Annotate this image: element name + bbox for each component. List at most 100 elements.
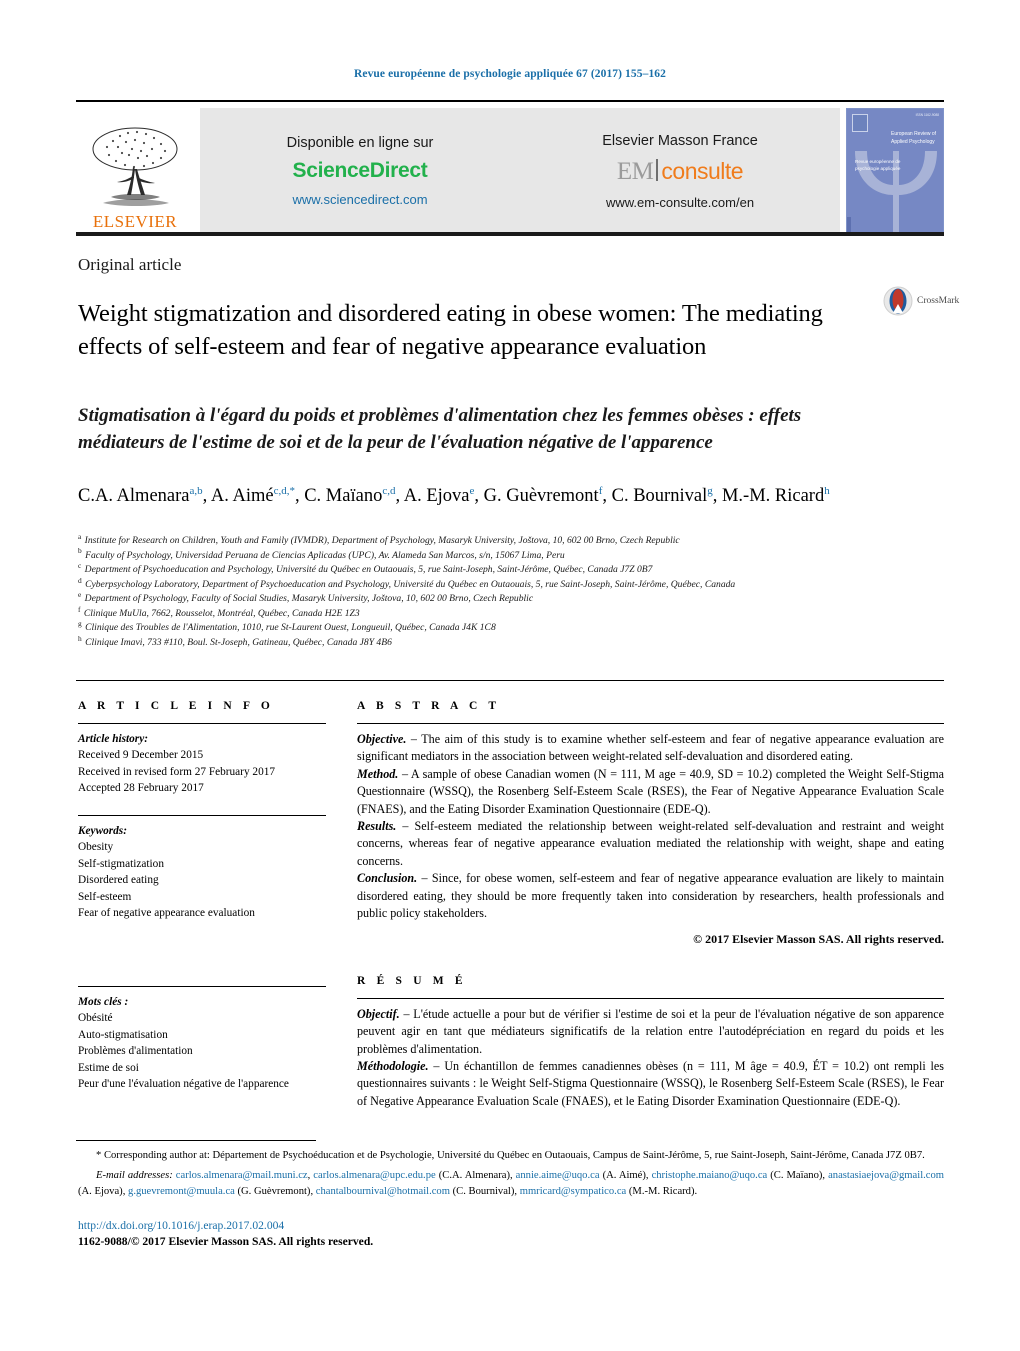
paragraph-runin-label: Méthodologie. [357, 1058, 429, 1073]
cover-elsevier-mark [852, 114, 868, 132]
email-link[interactable]: carlos.almenara@upc.edu.pe [313, 1170, 435, 1181]
paragraph-runin-label: Objective. [357, 732, 407, 746]
email-owner: (G. Guèvremont) [234, 1185, 311, 1197]
elsevier-wordmark: ELSEVIER [92, 212, 178, 231]
affiliation-item: e Department of Psychology, Faculty of S… [78, 590, 534, 605]
email-addresses-line: E-mail addresses: carlos.almenara@mail.m… [78, 1169, 945, 1197]
abstract-paragraph: Objective. – The aim of this study is to… [357, 732, 944, 764]
email-link[interactable]: christophe.maiano@uqo.ca [652, 1170, 768, 1181]
sciencedirect-panel[interactable]: Disponible en ligne sur ScienceDirect ww… [200, 108, 520, 234]
abstract-body: Objective. – The aim of this study is to… [357, 731, 944, 922]
paragraph-runin-label: Objectif. [357, 1006, 400, 1021]
author-name: A. Ejova [403, 486, 470, 506]
email-link[interactable]: g.guevremont@muula.ca [128, 1186, 235, 1197]
keywords-label: Keywords: [78, 824, 127, 837]
author-affiliation-mark: a,b [189, 484, 203, 497]
author-name: C. Bournival [611, 486, 708, 506]
elsevier-tree-icon [92, 127, 178, 206]
resume-paragraph: Objectif. – L'étude actuelle a pour but … [357, 1006, 944, 1056]
email-link[interactable]: carlos.almenara@mail.muni.cz [176, 1170, 308, 1181]
article-history-items: Received 9 December 2015 Received in revi… [78, 747, 326, 796]
motscle-item: Peur d'une l'évaluation négative de l'ap… [78, 1078, 289, 1091]
abstract-column: A B S T R A C T Objective. – The aim of … [357, 700, 944, 1110]
abstract-heading: A B S T R A C T [357, 700, 501, 712]
motscle-item: Auto-stigmatisation [78, 1028, 168, 1041]
author-name: M.-M. Ricard [721, 486, 825, 506]
email-owner: (C. Bournival) [449, 1185, 515, 1197]
article-type: Original article [78, 255, 182, 274]
author-name: C. Maïano [304, 486, 383, 506]
affiliation-item: g Clinique des Troubles de l'Alimentatio… [78, 619, 496, 634]
paper-page: Revue européenne de psychologie appliqué… [0, 0, 1020, 1351]
footnote-rule [76, 1140, 316, 1141]
resume-body: Objectif. – L'étude actuelle a pour but … [357, 1006, 944, 1110]
keyword-item: Self-esteem [78, 890, 132, 903]
motscle-item: Obésité [78, 1012, 113, 1025]
email-link[interactable]: annie.aime@uqo.ca [516, 1170, 600, 1181]
abstract-divider [357, 723, 944, 724]
abstract-copyright: © 2017 Elsevier Masson SAS. All rights r… [693, 932, 944, 947]
keywords-block: Keywords: Obesity Self-stigmatization Diso… [78, 823, 326, 922]
emconsulte-lead: Elsevier Masson France [602, 132, 758, 149]
cover-issn: ISSN 1162-9088 [915, 113, 939, 117]
motscle-item: Estime de soi [78, 1061, 139, 1074]
email-owner: (C.A. Almenara) [435, 1169, 510, 1181]
keyword-item: Fear of negative appearance evaluation [78, 907, 255, 920]
doi-link[interactable]: http://dx.doi.org/10.1016/j.erap.2017.02… [78, 1219, 284, 1232]
crossmark-label: CrossMark [917, 296, 960, 306]
consulte-wordmark: consulte [661, 157, 744, 184]
abstract-paragraph: Method. – A sample of obese Canadian wom… [357, 766, 944, 816]
article-history-item: Received in revised form 27 February 201… [78, 765, 276, 778]
footnotes-block: * Corresponding author at: Département d… [78, 1148, 944, 1200]
email-link[interactable]: chantalbournival@hotmail.com [316, 1186, 450, 1197]
resume-paragraph: Méthodologie. – Un échantillon de femmes… [357, 1058, 944, 1108]
crossmark-badge[interactable]: CrossMark [883, 286, 959, 316]
keywords-divider [78, 814, 326, 816]
author-affiliation-mark: e [469, 484, 475, 497]
affiliation-item: h Clinique Imavi, 733 #110, Boul. St-Jos… [78, 633, 392, 649]
emconsulte-panel[interactable]: Elsevier Masson France EM consulte www.e… [520, 108, 840, 234]
sciencedirect-url[interactable]: www.sciencedirect.com [292, 192, 427, 207]
article-history-item: Accepted 28 February 2017 [78, 782, 204, 795]
affiliation-item: f Clinique MuUla, 7662, Rousselot, Montr… [78, 604, 360, 619]
cover-title-en: European Review of Applied Psychology [891, 131, 937, 145]
journal-cover-thumbnail: ISSN 1162-9088 European Review of Applie… [846, 108, 944, 234]
keywords-items: Obesity Self-stigmatization Disordered eat… [78, 839, 326, 921]
paragraph-runin-label: Method. [357, 766, 399, 781]
resume-divider [357, 997, 944, 999]
em-wordmark: EM [616, 157, 654, 185]
motscles-label: Mots clés : [78, 995, 129, 1008]
article-info-heading: A R T I C L E I N F O [78, 700, 274, 712]
page-title: Weight stigmatization and disordered eat… [78, 300, 823, 360]
masthead-banner: Disponible en ligne sur ScienceDirect ww… [200, 108, 840, 234]
article-history-block: Article history: Received 9 December 201… [78, 731, 326, 797]
keyword-item: Obesity [78, 841, 114, 854]
emconsulte-url[interactable]: www.em-consulte.com/en [606, 195, 754, 210]
em-divider [656, 158, 659, 181]
motscle-item: Problèmes d'alimentation [78, 1045, 193, 1058]
journal-masthead: ELSEVIER Disponible en ligne sur Science… [76, 100, 944, 234]
article-history-item: Received 9 December 2015 [78, 749, 204, 762]
article-history-label: Article history: [78, 733, 148, 745]
email-addresses-label: E-mail addresses: [96, 1169, 176, 1181]
resume-section: R É S U M É Objectif. – L'étude actuelle… [357, 975, 944, 1110]
email-link[interactable]: anastasiaejova@gmail.com [828, 1170, 944, 1181]
elsevier-logo: ELSEVIER [76, 108, 194, 234]
abstract-paragraph: Results. – Self-esteem mediated the rela… [357, 819, 944, 868]
author-affiliation-mark: g [707, 484, 713, 497]
emconsulte-logo: EM consulte [616, 157, 744, 186]
author-affiliation-mark: f [598, 484, 603, 497]
article-info-divider [78, 723, 326, 724]
affiliation-list: a Institute for Research on Children, Yo… [78, 533, 908, 651]
author-name: A. Aimé [210, 486, 274, 506]
keyword-item: Disordered eating [78, 874, 159, 887]
motscles-items: Obésité Auto-stigmatisation Problèmes d'al… [78, 1010, 326, 1092]
issn-copyright-line: 1162-9088/© 2017 Elsevier Masson SAS. Al… [78, 1235, 374, 1248]
affiliation-item: d Cyberpsychology Laboratory, Department… [78, 575, 736, 590]
email-link[interactable]: mmricard@sympatico.ca [520, 1186, 627, 1197]
paragraph-runin-label: Conclusion. [357, 871, 418, 886]
author-affiliation-mark: c,d,* [273, 484, 295, 497]
corresponding-author-note: * Corresponding author at: Département d… [96, 1150, 925, 1161]
